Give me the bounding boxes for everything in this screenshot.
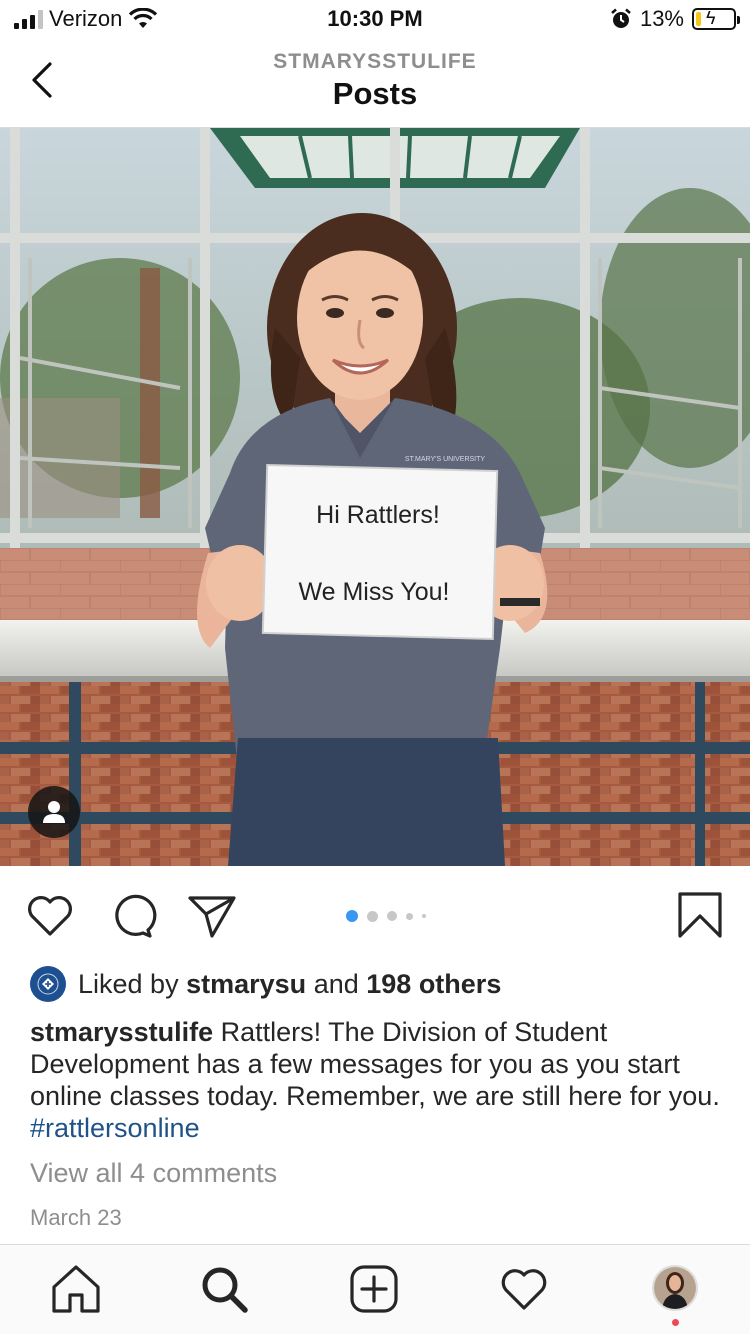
share-send-icon[interactable] — [186, 890, 238, 942]
battery-icon: ϟ — [692, 8, 740, 30]
battery-level — [696, 12, 701, 26]
caption-hashtag[interactable]: #rattlersonline — [30, 1113, 200, 1143]
liker-avatar[interactable] — [30, 966, 66, 1002]
carousel-dot — [422, 914, 426, 918]
shirt-logo-text: ST.MARY'S UNIVERSITY — [405, 456, 485, 463]
university-seal-icon — [37, 973, 59, 995]
person-icon — [43, 801, 65, 823]
sign-board — [261, 463, 499, 641]
carousel-dot — [346, 910, 358, 922]
save-bookmark-icon[interactable] — [674, 890, 726, 942]
post-photo-illustration: Hi Rattlers! We Miss You! ST.MARY'S UNIV… — [0, 128, 750, 866]
page-title: Posts — [332, 76, 418, 111]
sign-text-line1: Hi Rattlers! — [316, 501, 440, 529]
post-date: March 23 — [30, 1205, 122, 1230]
home-icon[interactable] — [50, 1263, 102, 1315]
status-bar: Verizon 10:30 PM 13% ϟ — [0, 0, 750, 40]
likes-and: and — [313, 968, 359, 999]
sign-text-line2: We Miss You! — [298, 578, 449, 606]
battery-percent: 13% — [639, 6, 684, 31]
likes-summary[interactable]: Liked by stmarysu and 198 others — [30, 965, 501, 1003]
profile-photo — [654, 1267, 696, 1309]
bottom-tab-bar — [0, 1244, 750, 1334]
carousel-dot — [406, 912, 413, 920]
account-username[interactable]: STMARYSSTULIFE — [0, 50, 750, 74]
post-photo[interactable]: Hi Rattlers! We Miss You! ST.MARY'S UNIV… — [0, 128, 750, 866]
tagged-user-icon[interactable] — [28, 786, 80, 838]
profile-avatar[interactable] — [652, 1265, 698, 1311]
status-bar-right: 13% ϟ — [610, 6, 740, 32]
post-caption: stmarysstulife Rattlers! The Division of… — [30, 1016, 720, 1144]
search-icon[interactable] — [198, 1263, 250, 1315]
caption-username[interactable]: stmarysstulife — [30, 1017, 213, 1047]
view-comments-link[interactable]: View all 4 comments — [30, 1158, 277, 1189]
carousel-dot — [387, 911, 397, 921]
alarm-icon — [611, 8, 631, 28]
liker-username[interactable]: stmarysu — [186, 969, 306, 999]
notification-dot — [672, 1319, 679, 1326]
new-post-icon[interactable] — [348, 1263, 400, 1315]
comment-bubble-icon[interactable] — [106, 890, 158, 942]
activity-heart-icon[interactable] — [498, 1263, 550, 1315]
nav-header: STMARYSSTULIFE Posts — [0, 40, 750, 128]
carousel-dot — [367, 910, 378, 922]
like-heart-icon[interactable] — [24, 890, 76, 942]
likes-count[interactable]: 198 others — [366, 969, 501, 999]
carousel-indicator — [346, 910, 426, 922]
likes-prefix: Liked by — [78, 968, 179, 999]
post-action-bar — [0, 866, 750, 962]
